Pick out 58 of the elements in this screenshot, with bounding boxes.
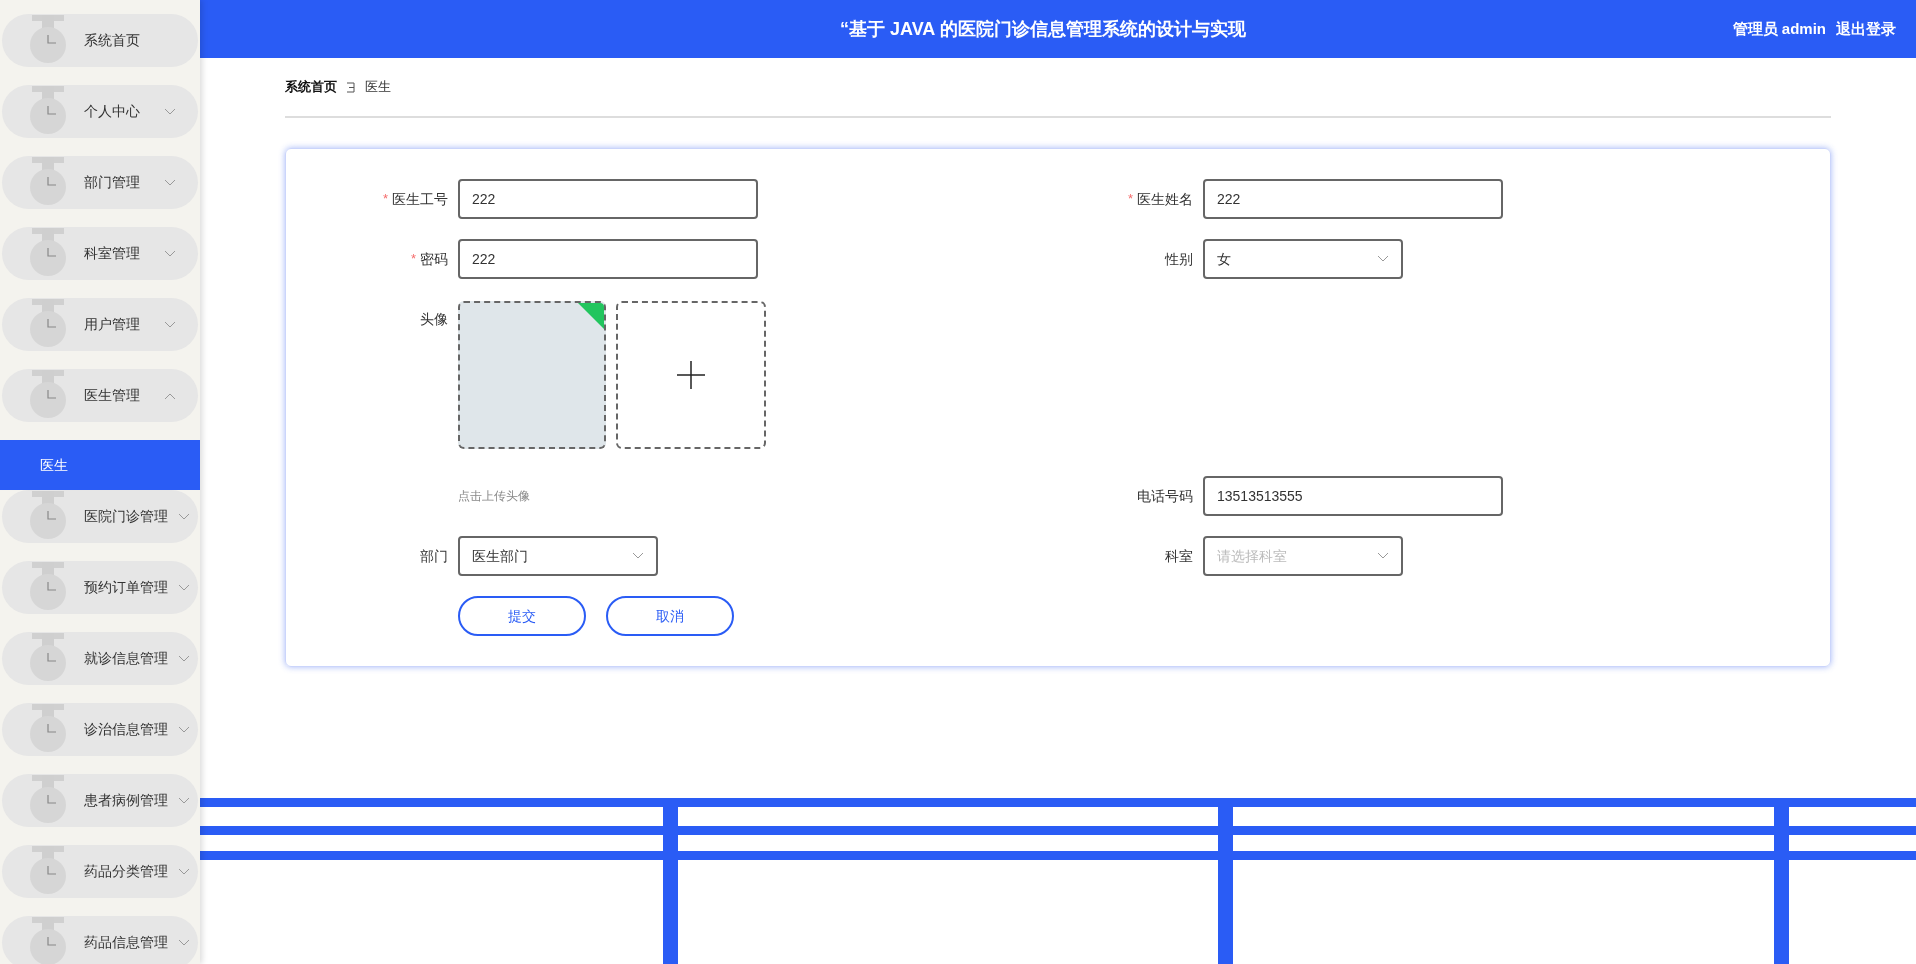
submit-button[interactable]: 提交 bbox=[458, 596, 586, 636]
chevron-up-icon bbox=[164, 391, 176, 400]
app-title: “基于 JAVA 的医院门诊信息管理系统的设计与实现 bbox=[840, 17, 1247, 41]
text-field[interactable]: 222 bbox=[458, 239, 758, 279]
plus-icon bbox=[677, 361, 705, 389]
select-field[interactable]: 医生部门 bbox=[458, 536, 658, 576]
text-field[interactable]: 222 bbox=[458, 179, 758, 219]
chevron-down-icon bbox=[632, 552, 644, 560]
select-field[interactable]: 女 bbox=[1203, 239, 1403, 279]
required-mark: * bbox=[1127, 190, 1133, 209]
success-corner-icon bbox=[578, 303, 604, 329]
chevron-down-icon bbox=[178, 654, 190, 663]
breadcrumb-current: 医生 bbox=[365, 78, 391, 97]
field-label: 性别 bbox=[1165, 249, 1193, 269]
menu-item[interactable]: 就诊信息管理 bbox=[2, 632, 198, 685]
cancel-button[interactable]: 取消 bbox=[606, 596, 734, 636]
chevron-down-icon bbox=[178, 512, 190, 521]
logout-link[interactable]: 退出登录 bbox=[1836, 17, 1896, 41]
field-label: 头像 bbox=[420, 310, 448, 329]
chevron-down-icon bbox=[178, 796, 190, 805]
menu-item[interactable]: 部门管理 bbox=[2, 156, 198, 209]
chevron-down-icon bbox=[164, 178, 176, 187]
menu-item[interactable]: 医生管理 bbox=[2, 369, 198, 422]
user-name: 管理员 admin bbox=[1732, 18, 1826, 39]
menu-item[interactable]: 预约订单管理 bbox=[2, 561, 198, 614]
field-label: 电话号码 bbox=[1137, 486, 1193, 506]
chevron-down-icon bbox=[164, 249, 176, 258]
menu-item[interactable]: 科室管理 bbox=[2, 227, 198, 280]
separator-icon bbox=[347, 81, 355, 93]
menu-item[interactable]: 用户管理 bbox=[2, 298, 198, 351]
chevron-down-icon bbox=[164, 107, 176, 116]
text-field[interactable]: 13513513555 bbox=[1203, 476, 1503, 516]
menu-item[interactable]: 药品分类管理 bbox=[2, 845, 198, 898]
menu-item[interactable]: 诊治信息管理 bbox=[2, 703, 198, 756]
required-mark: * bbox=[410, 250, 416, 269]
chevron-down-icon bbox=[178, 938, 190, 947]
field-label: 密码 bbox=[420, 249, 448, 269]
chevron-down-icon bbox=[164, 320, 176, 329]
text-field[interactable]: 222 bbox=[1203, 179, 1503, 219]
menu-item[interactable]: 药品信息管理 bbox=[2, 916, 198, 964]
upload-box[interactable] bbox=[616, 301, 766, 449]
submenu-item[interactable]: 医生 bbox=[0, 440, 200, 490]
field-label: 医生工号 bbox=[392, 189, 448, 209]
chevron-down-icon bbox=[178, 725, 190, 734]
menu-item[interactable]: 患者病例管理 bbox=[2, 774, 198, 827]
menu-item[interactable]: 个人中心 bbox=[2, 85, 198, 138]
field-label: 部门 bbox=[420, 546, 448, 566]
breadcrumb-link[interactable]: 系统首页 bbox=[285, 77, 337, 97]
required-mark: * bbox=[382, 190, 388, 209]
menu-item[interactable]: 医院门诊管理 bbox=[2, 490, 198, 543]
menu-item[interactable]: 系统首页 bbox=[2, 14, 198, 67]
chevron-down-icon bbox=[178, 583, 190, 592]
chevron-down-icon bbox=[1377, 255, 1389, 263]
chevron-down-icon bbox=[178, 867, 190, 876]
upload-hint: 点击上传头像 bbox=[458, 488, 530, 505]
chevron-down-icon bbox=[1377, 552, 1389, 560]
field-label: 医生姓名 bbox=[1137, 189, 1193, 209]
field-label: 科室 bbox=[1165, 546, 1193, 566]
